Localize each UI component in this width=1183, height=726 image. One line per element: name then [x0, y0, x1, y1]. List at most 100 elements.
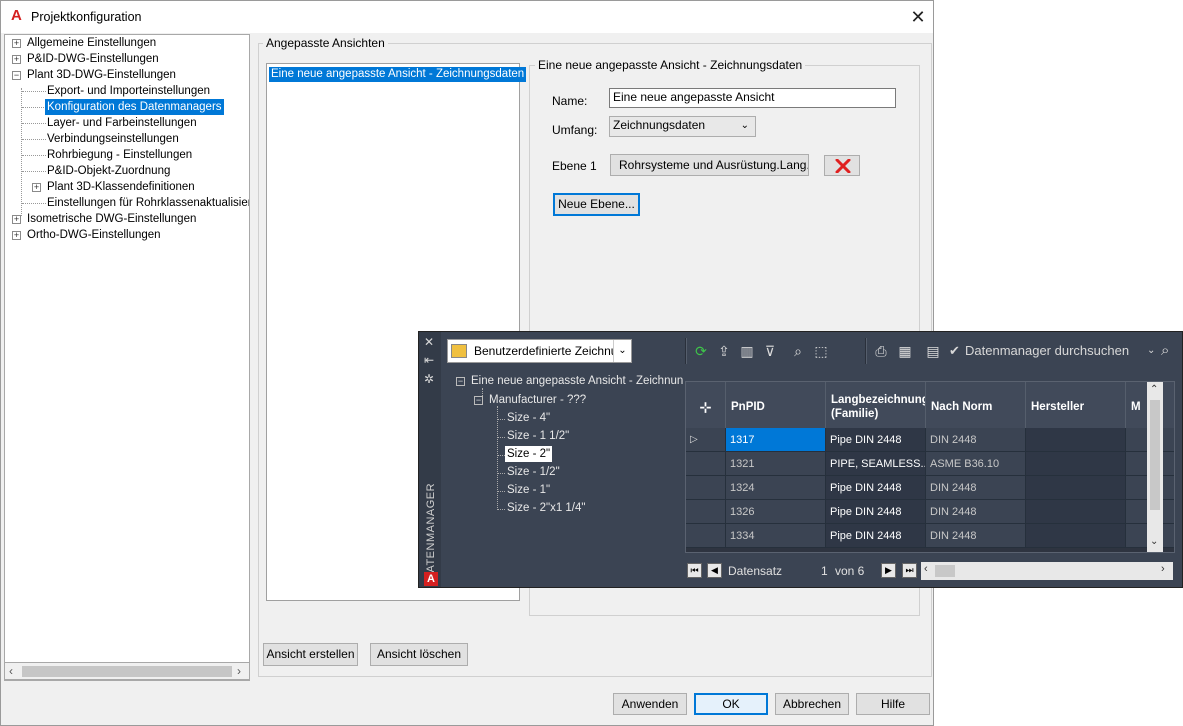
column-header-hersteller[interactable]: Hersteller	[1026, 382, 1126, 428]
select-in-drawing-icon[interactable]: ⬚	[812, 342, 830, 360]
tree-item-pipe-bending[interactable]: Rohrbiegung - Einstellungen	[47, 147, 192, 163]
cell-hersteller[interactable]	[1026, 476, 1126, 500]
new-level-button[interactable]: Neue Ebene...	[553, 193, 640, 216]
scope-dropdown[interactable]: Zeichnungsdaten ⌄	[609, 116, 756, 137]
search-box[interactable]: ✔ Datenmanager durchsuchen ⌄ ⌕	[947, 340, 1179, 362]
zoom-to-icon[interactable]: ⌕	[789, 342, 807, 360]
collapse-icon[interactable]: −	[456, 377, 465, 386]
scrollbar-thumb[interactable]	[1150, 400, 1160, 510]
tree-item-layer-color[interactable]: Layer- und Farbeinstellungen	[47, 115, 197, 131]
tree-horizontal-scrollbar[interactable]: ‹ ›	[4, 662, 250, 680]
scroll-down-icon[interactable]: ⌄	[1150, 536, 1158, 547]
tree-item-plant3d-dwg[interactable]: Plant 3D-DWG-Einstellungen	[27, 67, 176, 83]
row-header[interactable]	[686, 500, 726, 524]
cell-lang[interactable]: Pipe DIN 2448	[826, 428, 926, 452]
delete-level-button[interactable]	[824, 155, 860, 176]
data-tree-size-item[interactable]: Size - 1/2"	[507, 464, 560, 480]
tree-item-ortho-dwg[interactable]: Ortho-DWG-Einstellungen	[27, 227, 161, 243]
grid-horizontal-scrollbar[interactable]: ‹ ›	[921, 562, 1173, 580]
import-icon[interactable]: ▤	[924, 342, 942, 360]
row-header[interactable]	[686, 452, 726, 476]
settings-tree[interactable]: + Allgemeine Einstellungen + P&ID-DWG-Ei…	[4, 34, 250, 681]
tree-item-connections[interactable]: Verbindungseinstellungen	[47, 131, 179, 147]
close-button[interactable]: ✕	[906, 5, 930, 29]
tree-item-pid-mapping[interactable]: P&ID-Objekt-Zuordnung	[47, 163, 170, 179]
tree-item-export-import[interactable]: Export- und Importeinstellungen	[47, 83, 210, 99]
scroll-left-icon[interactable]: ‹	[9, 664, 13, 678]
expand-icon[interactable]: +	[32, 183, 41, 192]
cell-norm[interactable]: DIN 2448	[926, 428, 1026, 452]
apply-button[interactable]: Anwenden	[613, 693, 687, 715]
cell-lang[interactable]: Pipe DIN 2448	[826, 500, 926, 524]
row-header[interactable]	[686, 524, 726, 548]
grid-corner[interactable]: ⊹	[686, 382, 726, 428]
tree-item-class-definitions[interactable]: Plant 3D-Klassendefinitionen	[47, 179, 195, 195]
print-icon[interactable]: ⎙	[872, 342, 890, 360]
column-header-nach-norm[interactable]: Nach Norm	[926, 382, 1026, 428]
collapse-icon[interactable]: −	[474, 396, 483, 405]
scroll-right-icon[interactable]: ›	[1161, 563, 1165, 575]
previous-record-icon[interactable]: ◀	[707, 563, 722, 578]
cell-norm[interactable]: ASME B36.10	[926, 452, 1026, 476]
tree-item-iso-dwg[interactable]: Isometrische DWG-Einstellungen	[27, 211, 196, 227]
filter-clear-icon[interactable]: ⊽	[761, 342, 779, 360]
data-tree-size-item-selected[interactable]: Size - 2"	[505, 446, 553, 462]
cell-hersteller[interactable]	[1026, 500, 1126, 524]
properties-icon[interactable]: ✲	[424, 372, 434, 386]
help-button[interactable]: Hilfe	[856, 693, 930, 715]
delete-view-button[interactable]: Ansicht löschen	[370, 643, 468, 666]
cell-lang[interactable]: PIPE, SEAMLESS...	[826, 452, 926, 476]
column-header-langbezeichnung[interactable]: Langbezeichnung (Familie)	[826, 382, 926, 428]
chevron-down-icon[interactable]: ⌄	[1147, 340, 1155, 362]
cell-norm[interactable]: DIN 2448	[926, 476, 1026, 500]
grid-options-icon[interactable]: ▦	[896, 342, 914, 360]
cell-pnpid[interactable]: 1324	[726, 476, 826, 500]
data-tree-manufacturer[interactable]: Manufacturer - ???	[489, 392, 586, 408]
cell-hersteller[interactable]	[1026, 452, 1126, 476]
data-tree-size-item[interactable]: Size - 1 1/2"	[507, 428, 569, 444]
cell-pnpid[interactable]: 1317	[726, 428, 826, 452]
level-1-button[interactable]: Rohrsysteme und Ausrüstung.Lang...	[610, 154, 809, 176]
data-tree-root[interactable]: Eine neue angepasste Ansicht - Zeichnun	[471, 373, 683, 389]
cell-lang[interactable]: Pipe DIN 2448	[826, 524, 926, 548]
scroll-left-icon[interactable]: ‹	[924, 563, 928, 575]
refresh-icon[interactable]: ⟳	[692, 342, 710, 360]
last-record-icon[interactable]: ⏭	[902, 563, 917, 578]
search-icon[interactable]: ⌕	[1161, 340, 1169, 362]
cell-hersteller[interactable]	[1026, 524, 1126, 548]
row-header[interactable]	[686, 476, 726, 500]
next-record-icon[interactable]: ▶	[881, 563, 896, 578]
data-tree-size-item[interactable]: Size - 4"	[507, 410, 550, 426]
custom-view-item[interactable]: Eine neue angepasste Ansicht - Zeichnung…	[269, 67, 527, 82]
scrollbar-thumb[interactable]	[22, 666, 232, 677]
first-record-icon[interactable]: ⏮	[687, 563, 702, 578]
cell-hersteller[interactable]	[1026, 428, 1126, 452]
cell-lang[interactable]: Pipe DIN 2448	[826, 476, 926, 500]
tree-item-general[interactable]: Allgemeine Einstellungen	[27, 35, 156, 51]
tree-item-pid-dwg[interactable]: P&ID-DWG-Einstellungen	[27, 51, 159, 67]
autohide-icon[interactable]: ⇤	[424, 353, 434, 367]
name-input[interactable]: Eine neue angepasste Ansicht	[609, 88, 896, 108]
data-tree-size-item[interactable]: Size - 1"	[507, 482, 550, 498]
cell-pnpid[interactable]: 1334	[726, 524, 826, 548]
scrollbar-thumb[interactable]	[935, 565, 955, 577]
row-indicator-icon[interactable]: ▷	[686, 428, 726, 452]
tree-item-spec-update[interactable]: Einstellungen für Rohrklassenaktualisier…	[47, 195, 249, 211]
cell-norm[interactable]: DIN 2448	[926, 500, 1026, 524]
data-tree-size-item[interactable]: Size - 2"x1 1/4"	[507, 500, 585, 516]
expand-icon[interactable]: +	[12, 231, 21, 240]
scroll-up-icon[interactable]: ⌃	[1150, 384, 1158, 395]
expand-icon[interactable]: +	[12, 39, 21, 48]
grid-vertical-scrollbar[interactable]: ⌃ ⌄	[1147, 382, 1163, 552]
collapse-icon[interactable]: −	[12, 71, 21, 80]
expand-icon[interactable]: +	[12, 215, 21, 224]
tree-item-datamanager-config[interactable]: Konfiguration des Datenmanagers	[45, 99, 224, 115]
column-header-pnpid[interactable]: PnPID	[726, 382, 826, 428]
close-palette-icon[interactable]: ✕	[424, 335, 434, 349]
cancel-button[interactable]: Abbrechen	[775, 693, 849, 715]
export-icon[interactable]: ⇪	[715, 342, 733, 360]
cell-pnpid[interactable]: 1321	[726, 452, 826, 476]
ok-button[interactable]: OK	[694, 693, 768, 715]
data-grid[interactable]: ⊹ PnPID Langbezeichnung (Familie) Nach N…	[685, 381, 1175, 553]
create-view-button[interactable]: Ansicht erstellen	[263, 643, 358, 666]
